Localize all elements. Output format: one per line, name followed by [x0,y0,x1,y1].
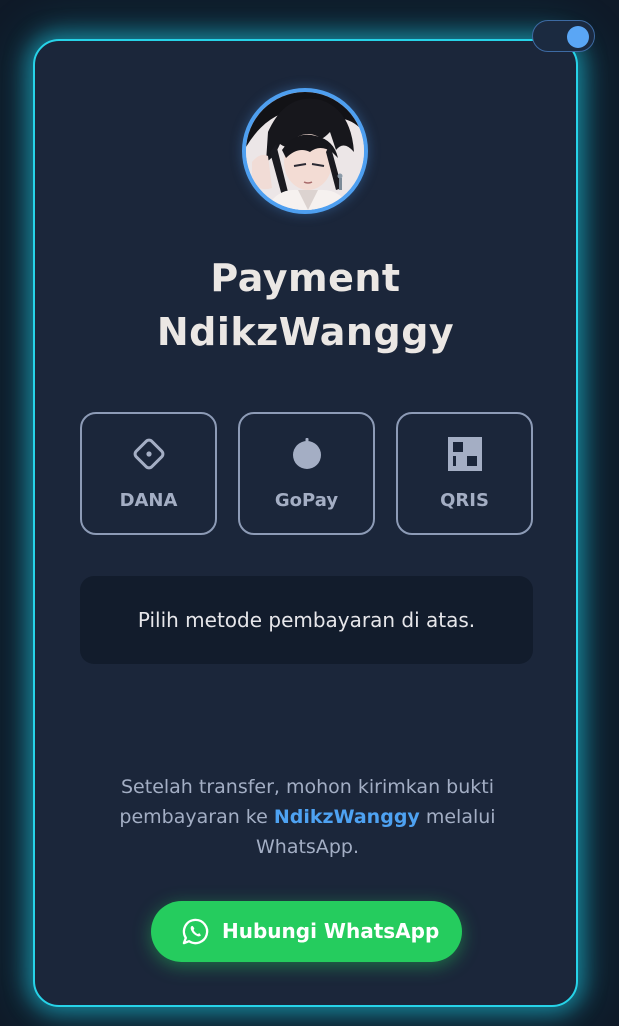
page-title: Payment NdikzWanggy [35,251,576,359]
payment-methods: DANA GoPay QRIS [80,412,535,535]
theme-toggle[interactable] [532,20,595,52]
method-dana-button[interactable]: DANA [80,412,217,535]
method-qris-label: QRIS [440,490,489,511]
transfer-note: Setelah transfer, mohon kirimkan bukti p… [105,772,510,862]
avatar [242,88,368,214]
whatsapp-contact-button[interactable]: Hubungi WhatsApp [151,901,462,962]
method-qris-button[interactable]: QRIS [396,412,533,535]
note-recipient-name: NdikzWanggy [273,806,420,828]
avatar-image [246,92,364,210]
payment-info-box: Pilih metode pembayaran di atas. [80,576,533,664]
method-gopay-button[interactable]: GoPay [238,412,375,535]
qris-icon [447,436,483,472]
title-line-2: NdikzWanggy [156,310,455,354]
whatsapp-button-label: Hubungi WhatsApp [222,919,440,943]
method-dana-label: DANA [119,490,178,511]
whatsapp-icon [181,917,210,946]
payment-card: Payment NdikzWanggy DANA GoPay QRIS Pili… [33,39,578,1007]
toggle-knob [567,26,589,48]
title-line-1: Payment [210,256,401,300]
gopay-icon [289,436,325,472]
method-gopay-label: GoPay [274,490,339,511]
payment-page: Payment NdikzWanggy DANA GoPay QRIS Pili… [0,0,619,1026]
dana-icon [131,436,167,472]
